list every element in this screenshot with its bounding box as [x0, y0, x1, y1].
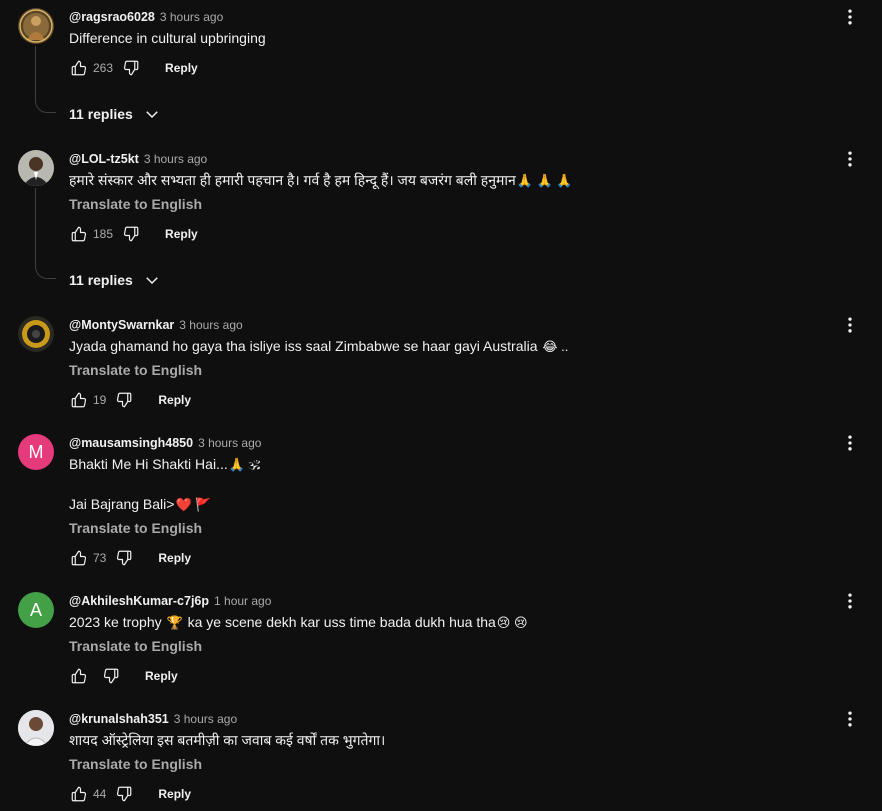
reply-button[interactable]: Reply — [158, 393, 191, 407]
more-vertical-icon[interactable] — [840, 147, 860, 171]
comment-header: @ragsrao6028 3 hours ago — [69, 8, 223, 26]
like-count: 73 — [93, 551, 107, 565]
reply-button[interactable]: Reply — [165, 61, 198, 75]
comment-text-body: 2023 ke trophy — [69, 614, 162, 630]
timestamp[interactable]: 3 hours ago — [174, 712, 237, 726]
thumbs-up-icon[interactable] — [69, 58, 89, 78]
avatar[interactable] — [18, 710, 54, 746]
like-count: 263 — [93, 61, 114, 75]
reply-button[interactable]: Reply — [145, 669, 178, 683]
more-vertical-icon[interactable] — [840, 313, 860, 337]
comment-text-body: हमारे संस्कार और सभ्यता ही हमारी पहचान ह… — [69, 172, 516, 188]
author-name[interactable]: @mausamsingh4850 — [69, 436, 193, 450]
comment-text-body: Jai Bajrang Bali> — [69, 496, 175, 512]
view-replies-button[interactable]: 11 replies — [69, 104, 161, 124]
thumbs-down-icon[interactable] — [101, 666, 121, 686]
author-name[interactable]: @MontySwarnkar — [69, 318, 174, 332]
chevron-down-icon — [143, 271, 161, 289]
replies-count: 11 replies — [69, 106, 133, 122]
comment-actions: 19 Reply — [69, 390, 191, 410]
author-name[interactable]: @AkhileshKumar-c7j6p — [69, 594, 209, 608]
comment-text-body: ka ye scene dekh kar uss time bada dukh … — [187, 614, 496, 630]
more-vertical-icon[interactable] — [840, 5, 860, 29]
comment-text: हमारे संस्कार और सभ्यता ही हमारी पहचान ह… — [69, 171, 574, 190]
replies-count: 11 replies — [69, 272, 133, 288]
like-count: 44 — [93, 787, 107, 801]
comment-actions: 44 Reply — [69, 784, 191, 804]
emoji-group: ❤️ 🚩 — [175, 497, 212, 513]
comment-text-body: Jyada ghamand ho gaya tha isliye iss saa… — [69, 338, 538, 354]
thumbs-down-icon[interactable] — [114, 784, 134, 804]
reply-button[interactable]: Reply — [158, 787, 191, 801]
emoji-group: 😢 😢 — [496, 615, 528, 631]
thumbs-up-icon[interactable] — [69, 666, 89, 686]
timestamp[interactable]: 3 hours ago — [179, 318, 242, 332]
comment-header: @MontySwarnkar 3 hours ago — [69, 316, 243, 334]
thumbs-up-icon[interactable] — [69, 548, 89, 568]
timestamp[interactable]: 3 hours ago — [144, 152, 207, 166]
thumbs-down-icon[interactable] — [114, 390, 134, 410]
comment-header: @mausamsingh4850 3 hours ago — [69, 434, 261, 452]
avatar[interactable]: A — [18, 592, 54, 628]
thumbs-up-icon[interactable] — [69, 784, 89, 804]
avatar[interactable] — [18, 8, 54, 44]
comment-text: Difference in cultural upbringing — [69, 30, 266, 46]
trophy-emoji: 🏆 — [166, 615, 183, 631]
deity-image-avatar — [18, 8, 54, 44]
translate-link[interactable]: Translate to English — [69, 195, 202, 213]
comment-actions: Reply — [69, 666, 178, 686]
avatar[interactable] — [18, 316, 54, 352]
comment-actions: 73 Reply — [69, 548, 191, 568]
translate-link[interactable]: Translate to English — [69, 361, 202, 379]
speaker-avatar — [18, 316, 54, 352]
comment-text: Jyada ghamand ho gaya tha isliye iss saa… — [69, 337, 569, 356]
author-name[interactable]: @krunalshah351 — [69, 712, 169, 726]
thread-connector — [35, 188, 56, 279]
comment-header: @AkhileshKumar-c7j6p 1 hour ago — [69, 592, 271, 610]
translate-link[interactable]: Translate to English — [69, 519, 202, 537]
chevron-down-icon — [143, 105, 161, 123]
timestamp[interactable]: 3 hours ago — [198, 436, 261, 450]
comment-text: शायद ऑस्ट्रेलिया इस बतमीज़ी का जवाब कई व… — [69, 732, 386, 748]
timestamp[interactable]: 1 hour ago — [214, 594, 271, 608]
comment-text-line-2: Jai Bajrang Bali>❤️ 🚩 — [69, 495, 212, 514]
comment-header: @krunalshah351 3 hours ago — [69, 710, 237, 728]
translate-link[interactable]: Translate to English — [69, 755, 202, 773]
more-vertical-icon[interactable] — [840, 707, 860, 731]
more-vertical-icon[interactable] — [840, 589, 860, 613]
thumbs-down-icon[interactable] — [121, 58, 141, 78]
comment-text: 2023 ke trophy 🏆 ka ye scene dekh kar us… — [69, 613, 529, 632]
emoji-group: 😂 .. — [542, 339, 569, 355]
person-photo-avatar — [18, 150, 54, 186]
comment-actions: 185 Reply — [69, 224, 198, 244]
like-count: 19 — [93, 393, 107, 407]
comment-text-body: Bhakti Me Hi Shakti Hai... — [69, 456, 228, 472]
thread-connector — [35, 46, 56, 113]
avatar-letter: A — [29, 599, 42, 620]
emoji-group: 🙏 🕉 — [228, 457, 261, 473]
avatar[interactable] — [18, 150, 54, 186]
emoji-group: 🙏 🙏 🙏 — [516, 173, 573, 189]
reply-button[interactable]: Reply — [158, 551, 191, 565]
avatar-letter: M — [28, 441, 44, 462]
comment-header: @LOL-tz5kt 3 hours ago — [69, 150, 207, 168]
more-vertical-icon[interactable] — [840, 431, 860, 455]
comment-text: Bhakti Me Hi Shakti Hai...🙏 🕉 — [69, 455, 261, 474]
view-replies-button[interactable]: 11 replies — [69, 270, 161, 290]
thumbs-down-icon[interactable] — [114, 548, 134, 568]
comment-actions: 263 Reply — [69, 58, 198, 78]
reply-button[interactable]: Reply — [165, 227, 198, 241]
thumbs-up-icon[interactable] — [69, 390, 89, 410]
avatar[interactable]: M — [18, 434, 54, 470]
author-name[interactable]: @LOL-tz5kt — [69, 152, 139, 166]
thumbs-up-icon[interactable] — [69, 224, 89, 244]
author-name[interactable]: @ragsrao6028 — [69, 10, 155, 24]
person-photo-avatar — [18, 710, 54, 746]
timestamp[interactable]: 3 hours ago — [160, 10, 223, 24]
like-count: 185 — [93, 227, 114, 241]
translate-link[interactable]: Translate to English — [69, 637, 202, 655]
thumbs-down-icon[interactable] — [121, 224, 141, 244]
